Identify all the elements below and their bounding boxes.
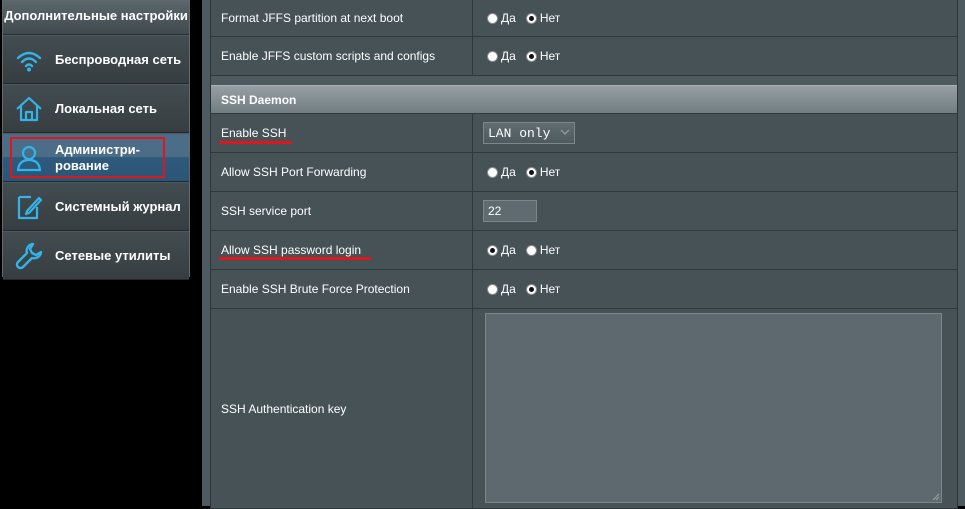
brute-force-yes-radio[interactable]: Да — [487, 282, 516, 296]
radio-circle — [487, 50, 498, 62]
sidebar-item-label: Беспроводная сеть — [55, 51, 182, 67]
admin-user-icon — [13, 142, 45, 174]
sidebar-item-network-tools[interactable]: Сетевые утилиты — [3, 231, 189, 280]
settings-row-jffs-format: Format JFFS partition at next boot Да Не… — [211, 0, 957, 37]
settings-row-jffs-scripts: Enable JFFS custom scripts and configs Д… — [211, 37, 957, 76]
enable-ssh-select[interactable]: LAN only — [483, 122, 575, 144]
radio-no-label: Нет — [539, 165, 561, 179]
radio-yes-label: Да — [501, 11, 516, 25]
radio-no-label: Нет — [539, 282, 561, 296]
password-login-no-radio[interactable]: Нет — [525, 243, 561, 257]
sidebar-menu: Дополнительные настройки Беспроводная се… — [2, 0, 190, 280]
password-login-yes-radio[interactable]: Да — [487, 243, 516, 257]
port-forwarding-yes-radio[interactable]: Да — [487, 165, 516, 179]
password-login-label: Allow SSH password login — [211, 231, 473, 269]
radio-no-label: Нет — [539, 243, 561, 257]
settings-row-brute-force: Enable SSH Brute Force Protection Да Нет — [211, 270, 957, 309]
radio-circle — [525, 244, 537, 256]
sidebar-item-label: Сетевые утилиты — [55, 247, 171, 263]
radio-circle — [487, 12, 498, 24]
radio-circle — [487, 244, 498, 256]
wifi-icon — [13, 44, 45, 76]
radio-circle — [525, 50, 537, 62]
brute-force-label: Enable SSH Brute Force Protection — [211, 270, 473, 308]
port-forwarding-no-radio[interactable]: Нет — [525, 165, 561, 179]
red-underline — [219, 141, 292, 144]
auth-key-label: SSH Authentication key — [211, 309, 473, 508]
radio-circle — [487, 283, 498, 295]
ssh-section-header: SSH Daemon — [211, 85, 957, 114]
wrench-icon — [13, 240, 45, 272]
radio-circle — [525, 166, 537, 178]
settings-row-password-login: Allow SSH password login Да Нет — [211, 231, 957, 270]
section-title: SSH Daemon — [221, 92, 297, 107]
brute-force-no-radio[interactable]: Нет — [525, 282, 561, 296]
jffs-scripts-no-radio[interactable]: Нет — [525, 49, 561, 63]
settings-row-port-forwarding: Allow SSH Port Forwarding Да Нет — [211, 153, 957, 192]
jffs-scripts-yes-radio[interactable]: Да — [487, 49, 516, 63]
auth-key-textarea[interactable] — [485, 313, 942, 503]
enable-ssh-text: Enable SSH — [221, 126, 287, 140]
settings-row-auth-key: SSH Authentication key — [211, 309, 957, 509]
password-login-text: Allow SSH password login — [221, 243, 362, 257]
radio-no-label: Нет — [539, 49, 561, 63]
settings-panel: Format JFFS partition at next boot Да Не… — [202, 0, 965, 509]
radio-yes-label: Да — [501, 282, 516, 296]
radio-yes-label: Да — [501, 49, 516, 63]
jffs-scripts-label: Enable JFFS custom scripts and configs — [211, 37, 473, 75]
radio-circle — [525, 283, 537, 295]
enable-ssh-label: Enable SSH — [211, 114, 473, 152]
chevron-down-icon — [560, 129, 570, 135]
radio-yes-label: Да — [501, 165, 516, 179]
radio-circle — [487, 166, 498, 178]
section-spacer — [211, 76, 957, 85]
resize-handle-icon[interactable] — [932, 493, 940, 501]
sidebar-header: Дополнительные настройки — [3, 1, 189, 35]
jffs-format-label: Format JFFS partition at next boot — [211, 0, 473, 36]
log-edit-icon — [13, 191, 45, 223]
ssh-port-input[interactable]: 22 — [483, 200, 537, 222]
sidebar-item-lan[interactable]: Локальная сеть — [3, 84, 189, 133]
jffs-format-no-radio[interactable]: Нет — [525, 11, 561, 25]
ssh-port-label: SSH service port — [211, 192, 473, 230]
radio-circle — [525, 12, 537, 24]
radio-yes-label: Да — [501, 243, 516, 257]
jffs-format-yes-radio[interactable]: Да — [487, 11, 516, 25]
radio-no-label: Нет — [539, 11, 561, 25]
settings-table: Format JFFS partition at next boot Да Не… — [210, 0, 958, 509]
sidebar-item-label: Локальная сеть — [55, 100, 157, 116]
sidebar-item-administration[interactable]: Администри-рование — [3, 133, 189, 182]
port-forwarding-label: Allow SSH Port Forwarding — [211, 153, 473, 191]
settings-row-enable-ssh: Enable SSH LAN only — [211, 114, 957, 153]
settings-row-ssh-port: SSH service port 22 — [211, 192, 957, 231]
sidebar-item-system-log[interactable]: Системный журнал — [3, 182, 189, 231]
enable-ssh-selected-value: LAN only — [488, 125, 551, 141]
sidebar-item-label: Администри-рование — [55, 141, 140, 173]
red-underline — [219, 257, 371, 260]
sidebar-item-wireless[interactable]: Беспроводная сеть — [3, 35, 189, 84]
sidebar-item-label: Системный журнал — [55, 198, 181, 214]
home-icon — [13, 93, 45, 125]
